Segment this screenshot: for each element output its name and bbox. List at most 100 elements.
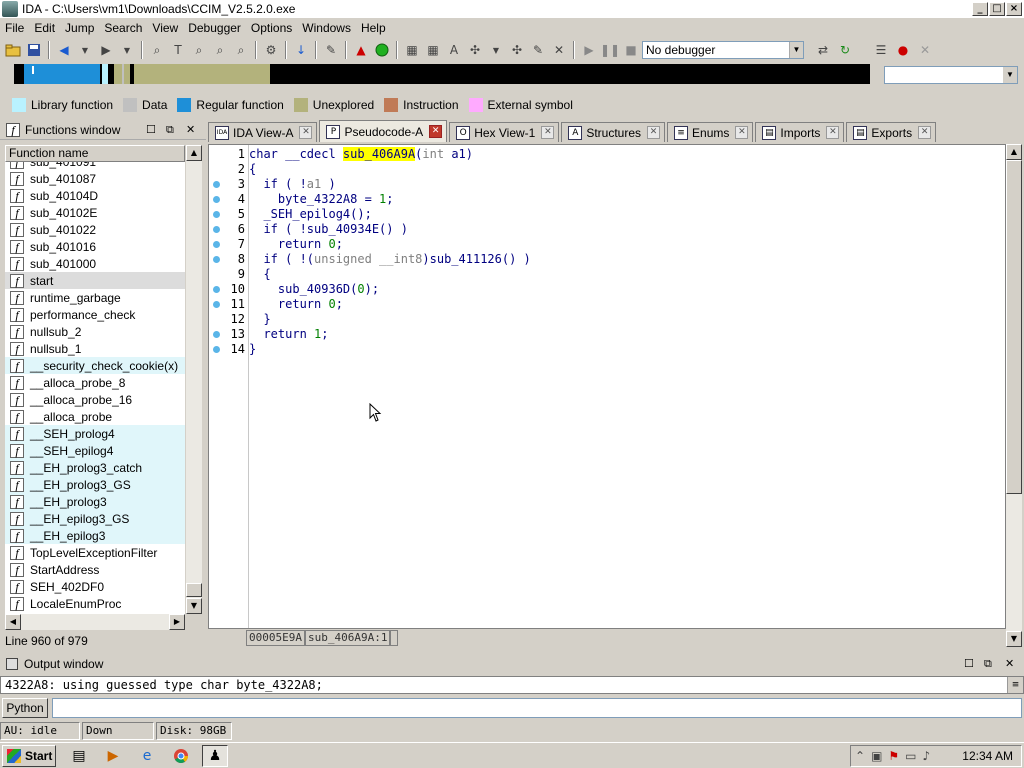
forward-arrow-icon[interactable]: ▶ — [97, 41, 115, 59]
breakpoint-dot-icon[interactable] — [213, 301, 220, 308]
function-row[interactable]: f SEH_402DF0 — [5, 578, 185, 595]
xref-icon[interactable]: ✣ — [466, 41, 484, 59]
function-row-library[interactable]: f __SEH_prolog4 — [5, 425, 185, 442]
back-dropdown-icon[interactable]: ▼ — [76, 41, 94, 59]
close-tab-icon[interactable]: ✕ — [541, 126, 555, 139]
functions-vertical-scrollbar[interactable]: ▲ ▼ — [186, 145, 202, 614]
open-folder-icon[interactable] — [4, 41, 22, 59]
breakpoint-dot-icon[interactable] — [213, 241, 220, 248]
menu-file[interactable]: File — [0, 21, 29, 35]
forward-dropdown-icon[interactable]: ▼ — [118, 41, 136, 59]
output-log[interactable]: 4322A8: using guessed type char byte_432… — [0, 676, 1024, 694]
close-tab-icon[interactable]: ✕ — [735, 126, 749, 139]
save-icon[interactable] — [25, 41, 43, 59]
analysis-ok-icon[interactable] — [373, 41, 391, 59]
edit-icon[interactable]: ✎ — [529, 41, 547, 59]
close-pane-icon[interactable]: ✕ — [186, 123, 195, 136]
menu-options[interactable]: Options — [246, 21, 297, 35]
code-line[interactable]: 3 if ( !a1 ) — [209, 177, 1005, 192]
code-line[interactable]: 7 return 0; — [209, 237, 1005, 252]
menu-help[interactable]: Help — [356, 21, 391, 35]
add-breakpoint-icon[interactable]: ● — [894, 41, 912, 59]
chrome-taskbar-icon[interactable] — [168, 745, 194, 767]
code-line[interactable]: 6 if ( !sub_40934E() ) — [209, 222, 1005, 237]
tab-exports[interactable]: ▤ Exports ✕ — [846, 122, 937, 142]
menu-search[interactable]: Search — [99, 21, 147, 35]
stop-analysis-icon[interactable]: ▲ — [352, 41, 370, 59]
function-row-library[interactable]: f __security_check_cookie(x) — [5, 357, 185, 374]
pause-icon[interactable]: ❚❚ — [600, 41, 620, 59]
binary-search-icon[interactable]: ⌕ — [148, 41, 166, 59]
code-line[interactable]: 11 return 0; — [209, 297, 1005, 312]
function-row-selected[interactable]: f start — [5, 272, 185, 289]
scroll-right-icon[interactable]: ▶ — [169, 614, 185, 630]
tray-display-icon[interactable]: ▭ — [905, 749, 916, 763]
breakpoint-dot-icon[interactable] — [213, 226, 220, 233]
xref-dropdown-icon[interactable]: ▼ — [487, 41, 505, 59]
output-scroll-icon[interactable]: ≡ — [1007, 677, 1023, 693]
selected-function-name[interactable]: sub_406A9A — [342, 147, 416, 161]
function-row-library[interactable]: f __EH_prolog3 — [5, 493, 185, 510]
search-next-icon[interactable]: ⌕ — [190, 41, 208, 59]
navigation-combo[interactable]: ▼ — [884, 66, 1018, 84]
function-row-library[interactable]: f __EH_prolog3_catch — [5, 459, 185, 476]
ida-taskbar-icon[interactable]: ♟ — [202, 744, 228, 767]
menu-edit[interactable]: Edit — [29, 21, 60, 35]
functions-horizontal-scrollbar[interactable]: ◀ ▶ — [5, 614, 185, 630]
scroll-thumb[interactable] — [1006, 160, 1022, 494]
scroll-up-icon[interactable]: ▲ — [1006, 144, 1022, 160]
tab-structures[interactable]: A Structures ✕ — [561, 122, 666, 142]
function-row-library[interactable]: f __EH_epilog3 — [5, 527, 185, 544]
function-row[interactable]: f nullsub_1 — [5, 340, 185, 357]
function-row[interactable]: f StartAddress — [5, 561, 185, 578]
function-row[interactable]: f sub_401087 — [5, 170, 185, 187]
tray-security-icon[interactable]: ⚑ — [888, 749, 899, 763]
scroll-left-icon[interactable]: ◀ — [5, 614, 21, 630]
pseudocode-vertical-scrollbar[interactable]: ▲ ▼ — [1006, 144, 1022, 647]
tab-enums[interactable]: ≡ Enums ✕ — [667, 122, 754, 142]
function-row[interactable]: fsub_401091 — [5, 162, 185, 170]
close-tab-icon[interactable]: ✕ — [299, 126, 313, 139]
code-line[interactable]: 2{ — [209, 162, 1005, 177]
scroll-thumb[interactable] — [186, 583, 202, 597]
scroll-up-icon[interactable]: ▲ — [186, 145, 202, 161]
function-row[interactable]: f sub_40102E — [5, 204, 185, 221]
attach-process-icon[interactable]: ⇄ — [814, 41, 832, 59]
tray-expand-icon[interactable]: ⌃ — [855, 749, 865, 763]
menu-jump[interactable]: Jump — [60, 21, 99, 35]
breakpoint-dot-icon[interactable] — [213, 331, 220, 338]
function-row[interactable]: f LocaleEnumProc — [5, 595, 185, 612]
function-row-library[interactable]: f __EH_epilog3_GS — [5, 510, 185, 527]
explorer-taskbar-icon[interactable]: ▤ — [66, 745, 92, 767]
breakpoint-dot-icon[interactable] — [213, 346, 220, 353]
search-immediate-icon[interactable]: ⌕ — [232, 41, 250, 59]
navigation-band[interactable] — [14, 64, 870, 84]
code-line[interactable]: 13 return 1; — [209, 327, 1005, 342]
tab-ida-view-a[interactable]: IDA IDA View-A ✕ — [208, 122, 318, 142]
breakpoint-dot-icon[interactable] — [213, 196, 220, 203]
python-interpreter-button[interactable]: Python — [2, 698, 48, 718]
media-player-taskbar-icon[interactable]: ▶ — [100, 745, 126, 767]
clock[interactable]: 12:34 AM — [962, 749, 1013, 763]
back-arrow-icon[interactable]: ◀ — [55, 41, 73, 59]
menu-windows[interactable]: Windows — [297, 21, 356, 35]
function-row[interactable]: f nullsub_2 — [5, 323, 185, 340]
patch-icon[interactable]: ⚙ — [262, 41, 280, 59]
function-row[interactable]: f __alloca_probe_8 — [5, 374, 185, 391]
link-icon[interactable]: ✣ — [508, 41, 526, 59]
step-into-icon[interactable]: ↻ — [836, 41, 854, 59]
tab-imports[interactable]: ▤ Imports ✕ — [755, 122, 845, 142]
menu-debugger[interactable]: Debugger — [183, 21, 246, 35]
minimize-button[interactable]: _ — [972, 2, 988, 16]
float-pane-icon[interactable]: ⧉ — [166, 123, 174, 137]
menu-view[interactable]: View — [147, 21, 183, 35]
breakpoint-dot-icon[interactable] — [213, 286, 220, 293]
start-button[interactable]: Start — [2, 744, 56, 767]
delete-icon[interactable]: ✕ — [550, 41, 568, 59]
function-row[interactable]: f __alloca_probe_16 — [5, 391, 185, 408]
function-row[interactable]: f sub_401000 — [5, 255, 185, 272]
graph-node-icon[interactable]: ▦ — [403, 41, 421, 59]
code-line[interactable]: 1 char __cdecl sub_406A9A(int a1) — [209, 147, 1005, 162]
restore-pane-icon[interactable]: ☐ — [964, 657, 974, 670]
code-line[interactable]: 14} — [209, 342, 1005, 357]
